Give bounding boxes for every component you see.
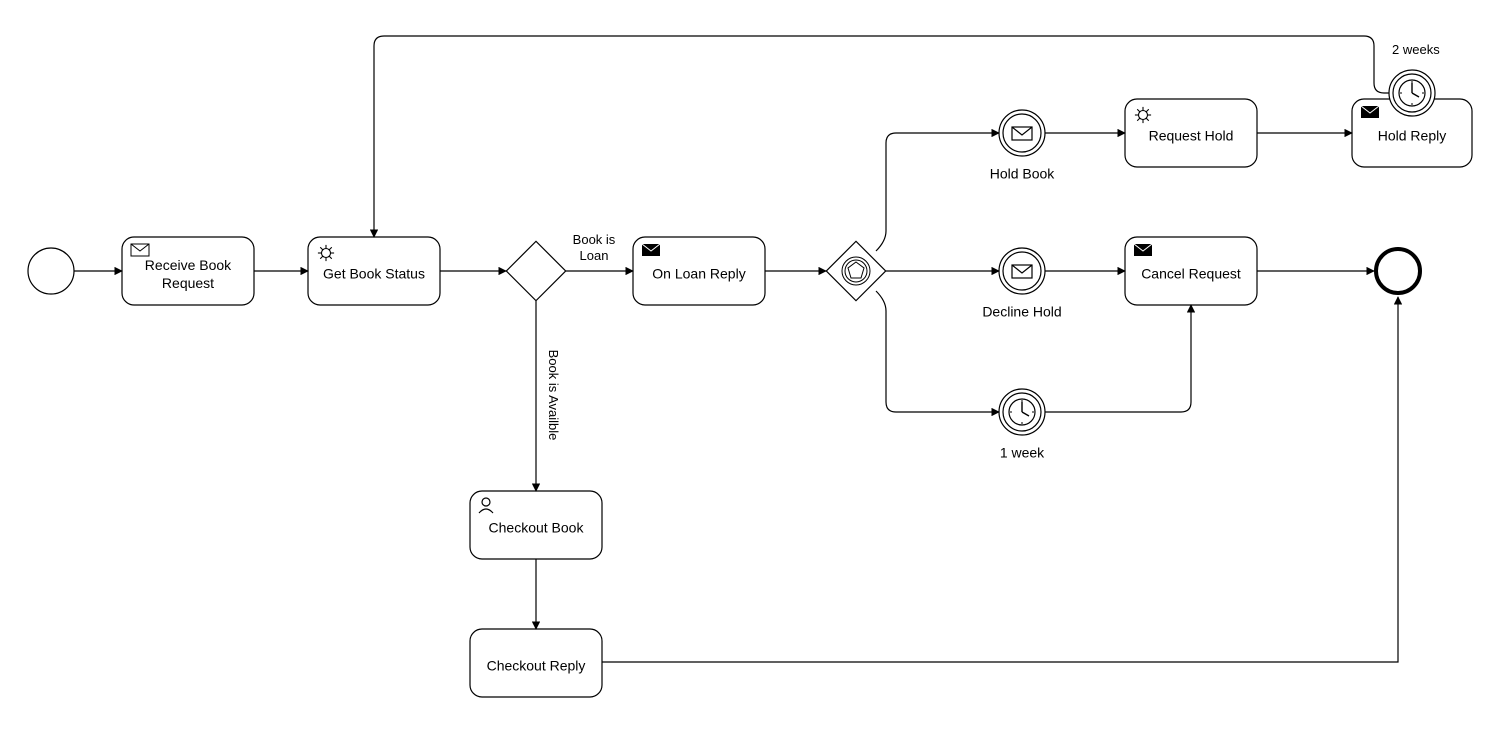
event-label: Decline Hold (982, 304, 1061, 320)
task-checkout-reply: Checkout Reply (470, 629, 602, 697)
gateway-exclusive (506, 241, 565, 300)
task-receive-book-request: Receive Book Request (122, 237, 254, 305)
task-label: Checkout Book (489, 520, 585, 536)
event-label: 1 week (1000, 445, 1045, 461)
event-decline-hold: Decline Hold (982, 248, 1061, 320)
flow-checkoutreply-to-end (602, 297, 1398, 662)
gear-icon (318, 245, 334, 261)
flow-gw-to-holdbook (876, 133, 999, 251)
end-event (1376, 249, 1420, 293)
task-label: Get Book Status (323, 266, 425, 282)
flow-1week-to-cancel (1045, 305, 1191, 412)
event-label: Hold Book (990, 166, 1056, 182)
edge-label: Loan (580, 248, 609, 263)
task-request-hold: Request Hold (1125, 99, 1257, 167)
event-hold-book: Hold Book (990, 110, 1056, 182)
task-label: Receive Book (145, 257, 232, 273)
task-get-book-status: Get Book Status (308, 237, 440, 305)
task-label: Request Hold (1149, 128, 1234, 144)
edge-label: Book is (573, 232, 616, 247)
task-checkout-book: Checkout Book (470, 491, 602, 559)
task-label: Hold Reply (1378, 128, 1446, 144)
svg-text:Book isLoan: Book isLoan (573, 232, 616, 263)
message-send-icon (1361, 106, 1379, 118)
event-one-week-timer: 1 week (999, 389, 1045, 461)
start-event (28, 248, 74, 294)
task-label: On Loan Reply (652, 266, 745, 282)
task-cancel-request: Cancel Request (1125, 237, 1257, 305)
gear-icon (1135, 107, 1151, 123)
task-label: Cancel Request (1141, 266, 1241, 282)
event-label: 2 weeks (1392, 42, 1440, 57)
message-icon (131, 244, 149, 256)
flow-gw-to-1week (876, 291, 999, 412)
message-send-icon (642, 244, 660, 256)
message-send-icon (1134, 244, 1152, 256)
task-label: Checkout Reply (487, 658, 586, 674)
task-on-loan-reply: On Loan Reply (633, 237, 765, 305)
task-label: Request (162, 275, 214, 291)
edge-label: Book is Availble (546, 350, 561, 441)
